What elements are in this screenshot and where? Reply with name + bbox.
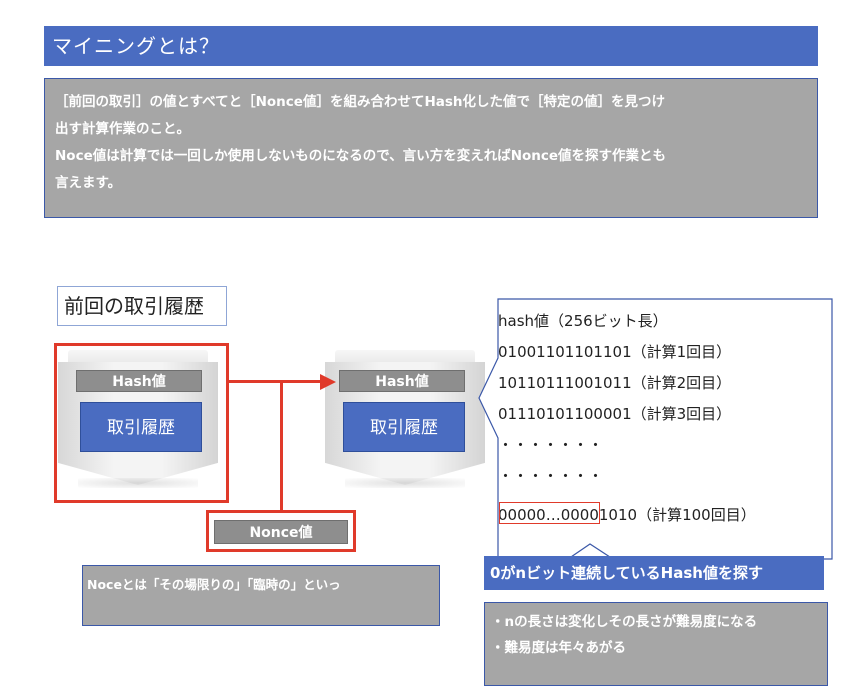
hash-list: hash値（256ビット長） 01001101101101（計算1回目） 101… — [486, 298, 842, 531]
cube-shadow — [345, 478, 465, 488]
previous-history-label: 前回の取引履歴 — [57, 286, 227, 326]
page-title: マイニングとは？ — [44, 26, 818, 66]
description-box: ［前回の取引］の値とすべてと［Nonce値］を組み合わせてHash化した値で［特… — [44, 78, 818, 218]
difficulty-notes: ・nの長さは変化しその長さが難易度になる ・難易度は年々あがる — [484, 602, 828, 686]
hash-list-row: 01001101101101（計算1回目） — [498, 343, 732, 361]
description-line: 言えます。 — [55, 175, 122, 191]
connector-line-horizontal — [229, 380, 325, 383]
hash-list-row: 01110101100001（計算3回目） — [498, 405, 732, 423]
left-block-highlight — [54, 343, 229, 503]
leading-zeros-highlight — [499, 502, 600, 524]
hash-list-row: ・・・・・・・ — [498, 467, 604, 485]
description-line: Noce値は計算では一回しか使用しないものになるので、言い方を変えればNonce… — [55, 148, 667, 164]
connector-line-vertical — [280, 380, 283, 510]
note-item: ・nの長さは変化しその長さが難易度になる — [491, 614, 758, 630]
hash-list-header: hash値（256ビット長） — [498, 312, 668, 330]
right-hash-label: Hash値 — [339, 370, 465, 392]
nbit-banner: 0がnビット連続しているHash値を探す — [484, 556, 824, 590]
hash-list-row: ・・・・・・・ — [498, 436, 604, 454]
noce-note-box: Noceとは「その場限りの」「臨時の」といっ — [82, 565, 440, 626]
description-line: 出す計算作業のこと。 — [55, 121, 190, 137]
note-item: ・難易度は年々あがる — [491, 640, 626, 656]
description-line: ［前回の取引］の値とすべてと［Nonce値］を組み合わせてHash化した値で［特… — [55, 94, 666, 110]
arrow-right-icon — [320, 374, 336, 390]
right-history-box: 取引履歴 — [343, 402, 465, 452]
hash-list-row: 10110111001011（計算2回目） — [498, 374, 732, 392]
nonce-label: Nonce値 — [214, 520, 348, 544]
